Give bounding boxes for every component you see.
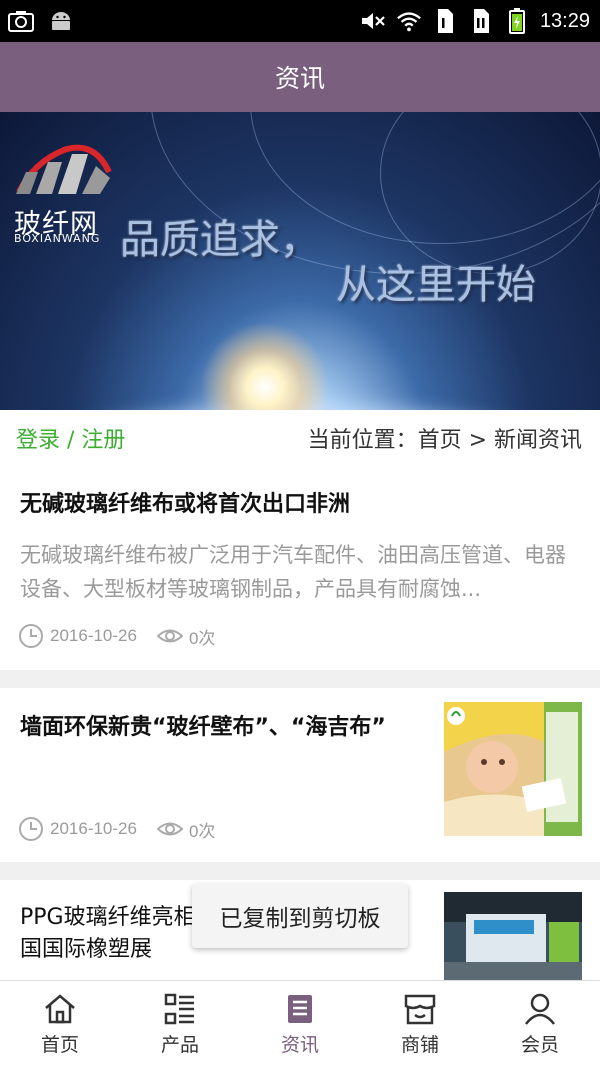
wifi-icon [396, 8, 422, 34]
header: 资讯 [0, 42, 600, 112]
login-register-link[interactable]: 登录 / 注册 [16, 422, 125, 454]
bottom-nav: 首页 产品 资讯 商铺 会员 [0, 980, 600, 1068]
status-bar: 13:29 [0, 0, 600, 42]
article-date: 2016-10-26 [50, 626, 137, 645]
nav-label: 资讯 [280, 1034, 319, 1056]
eye-icon [156, 623, 183, 649]
banner-slogan-line2: 从这里开始 [336, 262, 536, 308]
article-views: 0次 [188, 821, 216, 841]
article-thumbnail[interactable] [444, 702, 582, 836]
article-card[interactable]: 无碱玻璃纤维布或将首次出口非洲 无碱玻璃纤维布被广泛用于汽车配件、油田高压管道、… [0, 465, 600, 670]
banner[interactable]: 玻纤网 BOXIANWANG 品质追求， 从这里开始 [0, 112, 600, 410]
home-icon [45, 994, 75, 1024]
user-icon [525, 993, 555, 1025]
clock-icon [18, 816, 44, 842]
article-summary: 无碱玻璃纤维布被广泛用于汽车配件、油田高压管道、电器设备、大型板材等玻璃钢制品，… [20, 543, 566, 601]
nav-item-home[interactable]: 首页 [0, 981, 120, 1068]
article-thumbnail[interactable] [444, 892, 582, 980]
battery-icon [504, 8, 530, 34]
article-title[interactable]: 墙面环保新贵“玻纤壁布”、“海吉布” [20, 712, 410, 744]
android-icon [48, 8, 74, 34]
shop-icon [404, 994, 436, 1025]
clock: 13:29 [539, 9, 590, 32]
nav-item-news[interactable]: 资讯 [240, 981, 360, 1068]
article-date: 2016-10-26 [50, 819, 137, 838]
nav-item-member[interactable]: 会员 [480, 981, 600, 1068]
article-meta: 2016-10-26 0次 [18, 623, 215, 649]
article-title[interactable]: 无碱玻璃纤维布或将首次出口非洲 [20, 489, 350, 521]
article-meta: 2016-10-26 0次 [18, 816, 215, 842]
nav-label: 产品 [160, 1034, 199, 1056]
sim1-icon [432, 8, 458, 34]
nav-label: 首页 [40, 1034, 79, 1056]
eye-icon [156, 816, 183, 842]
article-views: 0次 [188, 628, 216, 648]
mute-icon [360, 8, 386, 34]
nav-item-products[interactable]: 产品 [120, 981, 240, 1068]
banner-slogan-line1: 品质追求， [120, 217, 320, 263]
logo-subtext: BOXIANWANG [14, 232, 101, 245]
news-icon [288, 995, 312, 1023]
nav-item-shop[interactable]: 商铺 [360, 981, 480, 1068]
clock-icon [18, 623, 44, 649]
toast-message: 已复制到剪切板 [192, 884, 408, 948]
nav-label: 会员 [520, 1034, 559, 1056]
sim2-icon [468, 8, 494, 34]
breadcrumb: 当前位置：首页 > 新闻资讯 [307, 427, 582, 453]
page-title: 资讯 [274, 64, 325, 93]
breadcrumb-bar: 登录 / 注册 当前位置：首页 > 新闻资讯 [0, 410, 600, 465]
list-icon [164, 993, 194, 1025]
logo-icon [14, 132, 114, 206]
screenshot-icon [8, 8, 34, 34]
article-card[interactable]: 墙面环保新贵“玻纤壁布”、“海吉布” 2016-10-26 0次 [0, 688, 600, 862]
nav-label: 商铺 [400, 1034, 439, 1056]
banner-glow [200, 322, 330, 410]
